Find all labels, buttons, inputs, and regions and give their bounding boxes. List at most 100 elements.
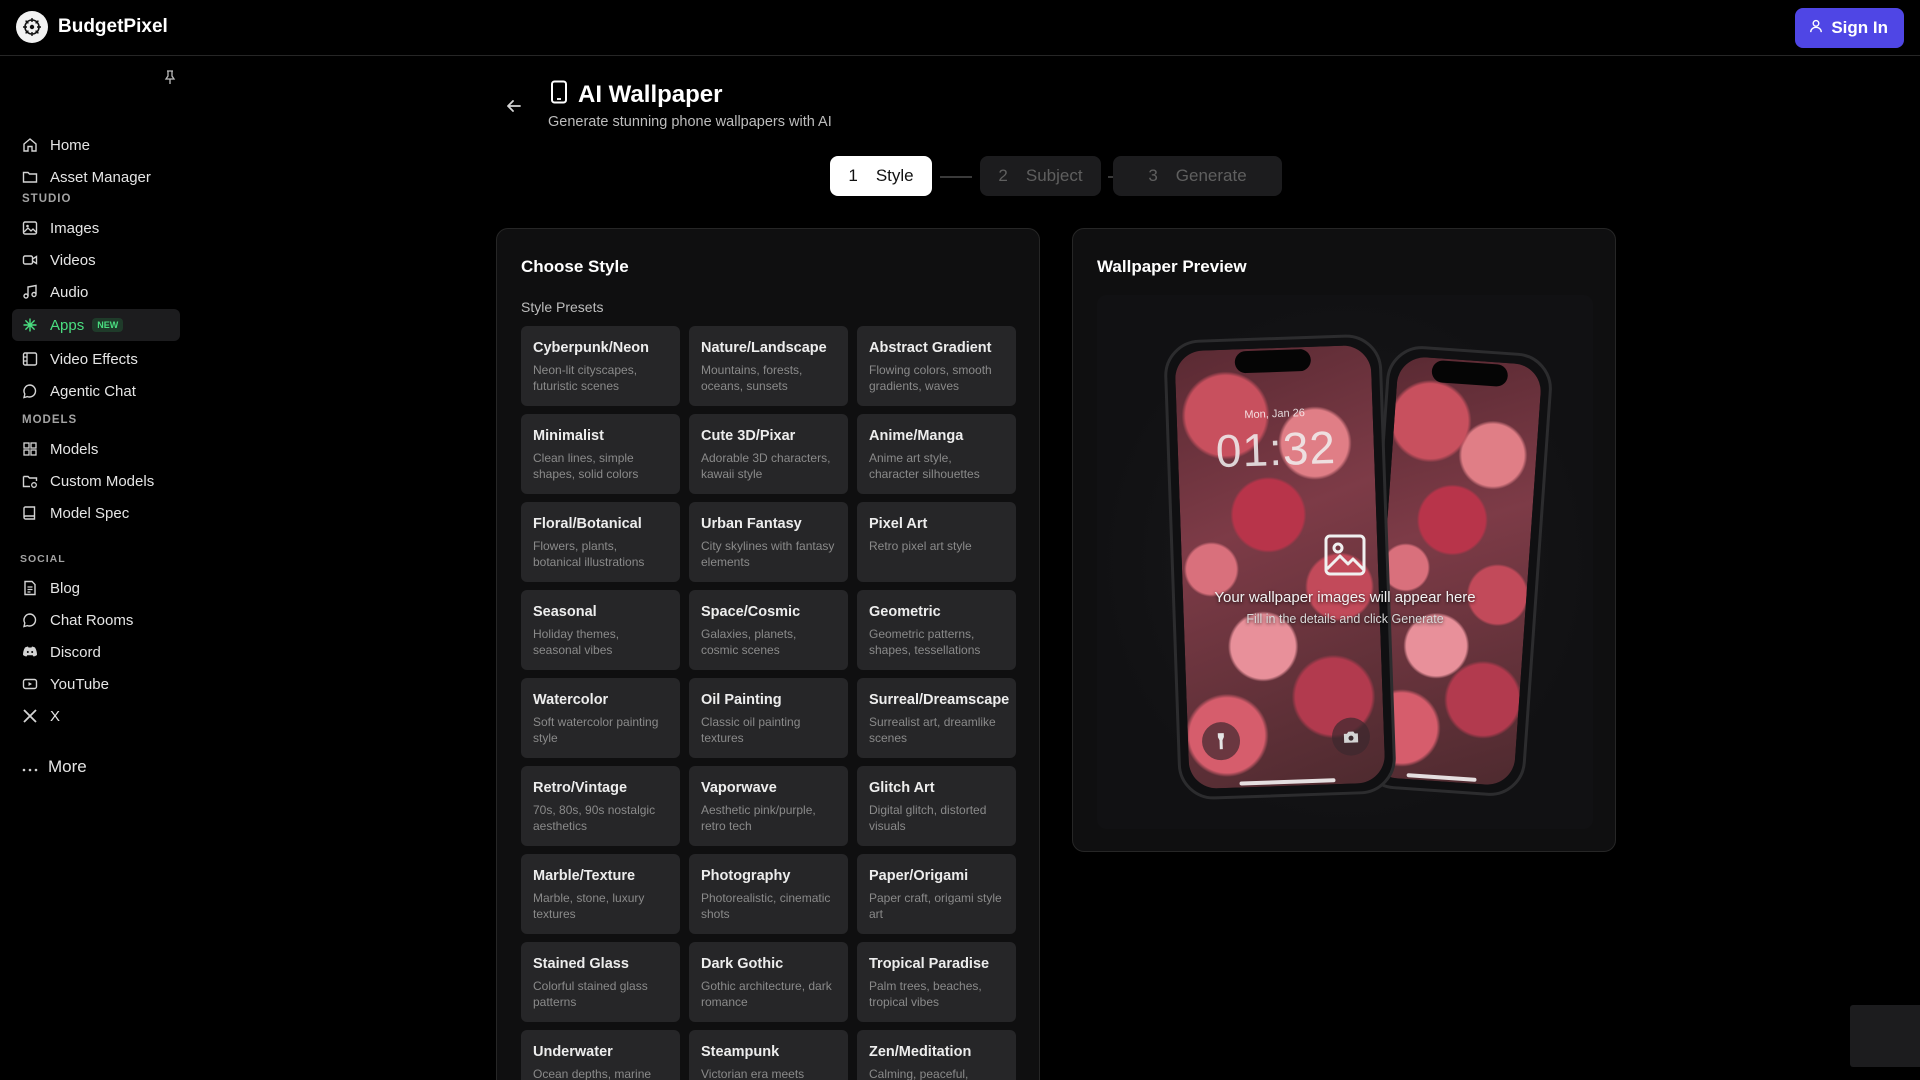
sidebar-item-label: YouTube [50,675,109,693]
sign-in-button[interactable]: Sign In [1795,8,1904,48]
sidebar-item-youtube[interactable]: YouTube [12,668,180,700]
style-preset-card[interactable]: Cyberpunk/Neon Neon-lit cityscapes, futur… [521,326,680,406]
step-subject[interactable]: 2 Subject [980,156,1101,196]
style-preset-grid: Cyberpunk/Neon Neon-lit cityscapes, futur… [521,326,1016,1080]
film-icon [22,351,38,367]
sidebar-item-label: Blog [50,579,81,597]
style-preset-card[interactable]: Pixel Art Retro pixel art style [857,502,1016,582]
step-style[interactable]: 1 Style [830,156,932,196]
sidebar-item-label: Audio [50,283,89,301]
sparkle-icon [22,317,38,333]
sidebar-item-model-spec[interactable]: Model Spec [12,497,180,529]
preset-description: Neon-lit cityscapes, futuristic scenes [533,363,638,393]
page-title: AI Wallpaper [550,80,722,109]
style-preset-card[interactable]: Steampunk Victorian era meets [689,1030,848,1080]
sidebar-item-label: Apps [50,316,85,334]
preset-title: Dark Gothic [701,956,784,972]
style-preset-card[interactable]: Geometric Geometric patterns, shapes, tes… [857,590,1016,670]
choose-style-title: Choose Style [521,257,629,276]
style-preset-card[interactable]: Surreal/Dreamscape Surrealist art, dreaml… [857,678,1016,758]
preset-description: Marble, stone, luxury textures [533,891,645,921]
sidebar: Home Asset Manager STUDIO Images Videos … [0,57,190,1080]
style-preset-card[interactable]: Retro/Vintage 70s, 80s, 90s nostalgic aes… [521,766,680,846]
preset-description: Paper craft, origami style art [869,891,1002,921]
preset-title: Floral/Botanical [533,516,642,532]
sidebar-item-videos[interactable]: Videos [12,244,180,276]
style-preset-card[interactable]: Seasonal Holiday themes, seasonal vibes [521,590,680,670]
style-preset-card[interactable]: Vaporwave Aesthetic pink/purple, retro te… [689,766,848,846]
preset-description: Photorealistic, cinematic shots [701,891,831,921]
preset-description: Colorful stained glass patterns [533,979,648,1009]
new-badge: NEW [92,318,124,332]
preset-title: Cyberpunk/Neon [533,340,650,356]
sidebar-item-asset-manager[interactable]: Asset Manager [12,161,180,193]
style-preset-card[interactable]: Marble/Texture Marble, stone, luxury text… [521,854,680,934]
sidebar-item-chat-rooms[interactable]: Chat Rooms [12,604,180,636]
sidebar-item-custom-models[interactable]: Custom Models [12,465,180,497]
wallpaper-preview-panel: Wallpaper Preview Mon, Jan 26 01:32 Your… [1072,228,1616,852]
style-preset-card[interactable]: Anime/Manga Anime art style, character si… [857,414,1016,494]
step-number: 1 [848,166,858,185]
style-preset-card[interactable]: Minimalist Clean lines, simple shapes, so… [521,414,680,494]
pin-icon[interactable] [162,69,178,85]
sidebar-item-discord[interactable]: Discord [12,636,180,668]
style-preset-card[interactable]: Abstract Gradient Flowing colors, smooth … [857,326,1016,406]
style-preset-card[interactable]: Tropical Paradise Palm trees, beaches, tr… [857,942,1016,1022]
sidebar-item-label: Home [50,136,91,154]
preset-description: Victorian era meets [701,1067,805,1080]
wallpaper-preview-title: Wallpaper Preview [1097,257,1247,276]
style-preset-card[interactable]: Dark Gothic Gothic architecture, dark rom… [689,942,848,1022]
style-preset-card[interactable]: Floral/Botanical Flowers, plants, botanic… [521,502,680,582]
back-arrow-icon[interactable] [504,96,524,116]
app-logo[interactable]: BudgetPixel [16,11,168,43]
chat-icon [22,612,38,628]
recaptcha-badge[interactable] [1850,1005,1920,1067]
style-preset-card[interactable]: Underwater Ocean depths, marine [521,1030,680,1080]
sidebar-item-video-effects[interactable]: Video Effects [12,343,180,375]
sidebar-item-label: Video Effects [50,350,138,368]
sidebar-item-label: Asset Manager [50,168,151,186]
more-button[interactable]: More [22,757,87,777]
sidebar-item-blog[interactable]: Blog [12,572,180,604]
ellipsis-icon [22,757,38,777]
preset-description: Mountains, forests, oceans, sunsets [701,363,803,393]
style-preset-card[interactable]: Watercolor Soft watercolor painting style [521,678,680,758]
preset-description: Geometric patterns, shapes, tessellation… [869,627,981,657]
preset-description: Gothic architecture, dark romance [701,979,832,1009]
preset-description: Holiday themes, seasonal vibes [533,627,620,657]
sidebar-item-images[interactable]: Images [12,212,180,244]
style-preset-card[interactable]: Space/Cosmic Galaxies, planets, cosmic sc… [689,590,848,670]
style-preset-card[interactable]: Oil Painting Classic oil painting texture… [689,678,848,758]
preview-area: Mon, Jan 26 01:32 Your wallpaper images … [1097,295,1593,829]
preset-description: Surrealist art, dreamlike scenes [869,715,996,745]
preset-description: 70s, 80s, 90s nostalgic aesthetics [533,803,656,833]
sidebar-item-x[interactable]: X [12,700,180,732]
preview-placeholder: Your wallpaper images will appear here F… [1097,533,1593,626]
sidebar-item-agentic-chat[interactable]: Agentic Chat [12,375,180,407]
preset-description: Clean lines, simple shapes, solid colors [533,451,639,481]
style-preset-card[interactable]: Paper/Origami Paper craft, origami style … [857,854,1016,934]
style-preset-card[interactable]: Photography Photorealistic, cinematic sho… [689,854,848,934]
preset-title: Nature/Landscape [701,340,827,356]
preset-title: Surreal/Dreamscape [869,692,1010,708]
style-preset-card[interactable]: Cute 3D/Pixar Adorable 3D characters, kaw… [689,414,848,494]
style-preset-card[interactable]: Stained Glass Colorful stained glass patt… [521,942,680,1022]
sidebar-item-home[interactable]: Home [12,129,180,161]
sidebar-item-apps[interactable]: Apps NEW [12,309,180,341]
section-label-studio: STUDIO [22,193,72,205]
preset-title: Anime/Manga [869,428,964,444]
preset-description: Adorable 3D characters, kawaii style [701,451,831,481]
style-preset-card[interactable]: Glitch Art Digital glitch, distorted visu… [857,766,1016,846]
style-preset-card[interactable]: Nature/Landscape Mountains, forests, ocea… [689,326,848,406]
step-generate[interactable]: 3 Generate [1113,156,1282,196]
sidebar-item-label: Chat Rooms [50,611,134,629]
style-preset-card[interactable]: Zen/Meditation Calming, peaceful, [857,1030,1016,1080]
more-label: More [48,757,87,776]
preset-title: Underwater [533,1044,613,1060]
sidebar-item-audio[interactable]: Audio [12,276,180,308]
grid-icon [22,441,38,457]
step-label: Generate [1175,166,1247,185]
page-title-text: AI Wallpaper [578,80,723,108]
sidebar-item-models[interactable]: Models [12,433,180,465]
style-preset-card[interactable]: Urban Fantasy City skylines with fantasy … [689,502,848,582]
